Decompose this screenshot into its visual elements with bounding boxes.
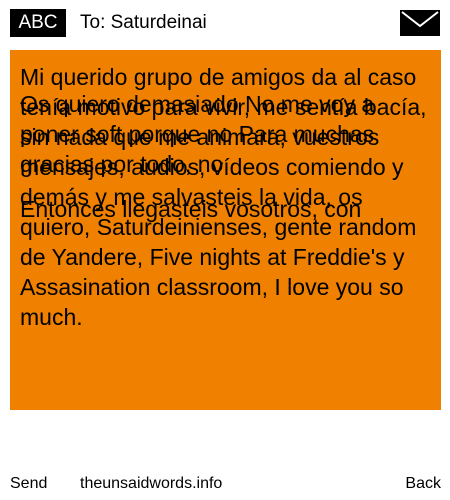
message-header: ABC To: Saturdeinai (0, 0, 450, 46)
recipient-line: To: Saturdeinai (80, 12, 207, 33)
envelope-icon (400, 10, 440, 36)
send-button[interactable]: Send (10, 470, 47, 498)
back-button[interactable]: Back (405, 470, 441, 498)
input-mode-badge[interactable]: ABC (10, 9, 66, 37)
message-text-overlay: Os quiero demasiado No me voy a poner so… (20, 91, 375, 177)
message-text-overlay-line: Entonces llegasteis vosotros, con (20, 196, 362, 222)
site-label: theunsaidwords.info (80, 475, 223, 492)
softkey-bar: Send theunsaidwords.info Back (0, 470, 450, 498)
